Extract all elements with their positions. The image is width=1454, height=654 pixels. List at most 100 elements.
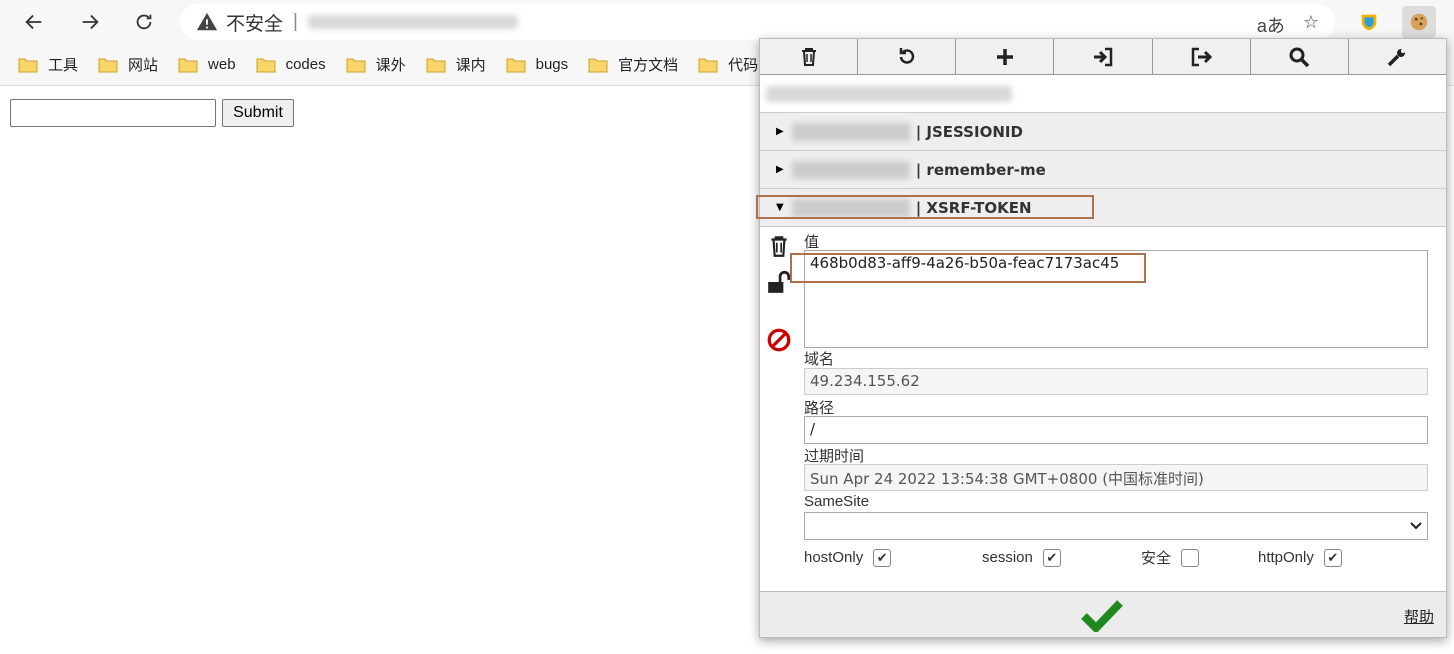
reset-button[interactable] — [858, 39, 957, 74]
folder-icon — [98, 58, 118, 72]
highlight-box — [756, 195, 1094, 219]
sign-out-icon — [1191, 47, 1213, 66]
undo-icon — [899, 47, 914, 64]
trash-icon — [801, 47, 816, 66]
folder-icon — [588, 58, 608, 72]
cookie-row-expanded[interactable]: ▼ | XSRF-TOKEN — [756, 189, 1446, 227]
cookie-row[interactable]: ▶ | remember-me — [760, 151, 1446, 189]
address-bar[interactable]: 不安全 | aあ ☆ — [180, 4, 1335, 40]
folder-icon — [698, 58, 718, 72]
bookmark-folder[interactable]: 官方文档 — [588, 54, 678, 75]
import-button[interactable] — [1054, 39, 1153, 74]
bookmark-label: 网站 — [128, 57, 159, 74]
folder-icon — [178, 58, 198, 72]
samesite-select[interactable] — [804, 512, 1428, 540]
arrow-left-icon — [25, 14, 42, 30]
delete-cookie-icon[interactable] — [766, 233, 792, 259]
domain-label: 域名 — [804, 351, 835, 368]
unlock-icon[interactable] — [766, 269, 792, 295]
current-url — [760, 75, 1446, 113]
add-cookie-button[interactable] — [956, 39, 1055, 74]
back-button[interactable] — [18, 6, 50, 38]
search-button[interactable] — [1251, 39, 1349, 74]
address-separator: | — [293, 11, 298, 32]
cookie-detail: 值 468b0d83-aff9-4a26-b50a-feac7173ac45 域… — [760, 227, 1446, 587]
bookmark-label: bugs — [535, 56, 569, 73]
bookmark-label: 课内 — [455, 57, 486, 74]
arrow-right-icon — [82, 14, 99, 30]
warning-icon — [196, 12, 218, 31]
cookie-name: JSESSIONID — [926, 122, 1023, 141]
path-field[interactable]: / — [804, 416, 1428, 444]
folder-icon — [506, 58, 526, 72]
bookmark-label: 课外 — [375, 57, 406, 74]
bookmark-folder[interactable]: 代码 — [698, 54, 758, 75]
bookmark-folder[interactable]: 课外 — [346, 54, 406, 75]
checkbox-unchecked[interactable] — [1181, 548, 1200, 567]
flag-label: 安全 — [1141, 550, 1172, 567]
extension-shield-icon[interactable] — [1352, 6, 1386, 38]
folder-icon — [426, 58, 446, 72]
sign-in-icon — [1093, 47, 1113, 66]
expires-label: 过期时间 — [804, 448, 865, 465]
bookmark-label: 代码 — [728, 57, 759, 74]
checkbox-checked[interactable]: ✔ — [873, 548, 892, 567]
bookmark-folder[interactable]: 工具 — [18, 54, 78, 75]
cookie-separator: | — [915, 122, 922, 141]
url-blurred — [766, 85, 1012, 102]
samesite-label: SameSite — [804, 493, 870, 510]
bookmark-folder[interactable]: 课内 — [426, 54, 486, 75]
bookmark-label: web — [208, 56, 236, 73]
delete-all-button[interactable] — [760, 39, 859, 74]
flag-label: session — [982, 549, 1033, 566]
value-highlight-box — [790, 253, 1146, 283]
wrench-icon — [1388, 48, 1406, 66]
folder-icon — [346, 58, 366, 72]
help-link[interactable]: 帮助 — [1404, 606, 1434, 627]
bookmark-label: 工具 — [48, 57, 79, 74]
settings-button[interactable] — [1349, 39, 1446, 74]
chevron-down-icon — [1410, 522, 1422, 530]
reload-button[interactable] — [128, 6, 160, 38]
flag-label: httpOnly — [1258, 549, 1314, 566]
popup-footer: 帮助 — [760, 591, 1446, 637]
bookmark-label: 官方文档 — [618, 57, 679, 74]
read-aloud-icon[interactable]: aあ — [1257, 12, 1285, 38]
path-label: 路径 — [804, 400, 835, 417]
bookmark-folder[interactable]: codes — [256, 56, 326, 73]
bookmark-folder[interactable]: web — [178, 56, 236, 73]
domain-field[interactable]: 49.234.155.62 — [804, 368, 1428, 395]
expand-triangle-icon[interactable]: ▶ — [776, 164, 784, 175]
checkbox-checked[interactable]: ✔ — [1042, 548, 1061, 567]
cookie-name: remember-me — [926, 160, 1046, 179]
flags-row: hostOnly ✔ session ✔ 安全 httpOnly ✔ — [804, 547, 1342, 568]
export-button[interactable] — [1153, 39, 1251, 74]
cookie-separator: | — [915, 160, 922, 179]
submit-button[interactable]: Submit — [222, 99, 294, 127]
security-label: 不安全 — [226, 13, 284, 35]
block-icon[interactable] — [766, 327, 792, 353]
value-label: 值 — [804, 234, 820, 251]
cookie-row[interactable]: ▶ | JSESSIONID — [760, 113, 1446, 151]
folder-icon — [256, 58, 276, 72]
plus-icon — [996, 48, 1013, 65]
session-flag[interactable]: session ✔ — [982, 547, 1141, 568]
checkbox-checked[interactable]: ✔ — [1323, 548, 1342, 567]
expires-field[interactable]: Sun Apr 24 2022 13:54:38 GMT+0800 (中国标准时… — [804, 464, 1428, 491]
add-favorite-icon[interactable]: ☆ — [1303, 12, 1319, 38]
expand-triangle-icon[interactable]: ▶ — [776, 126, 784, 137]
secure-flag[interactable]: 安全 — [1141, 547, 1258, 568]
forward-button[interactable] — [74, 6, 106, 38]
cookie-editor-popup: ▶ | JSESSIONID ▶ | remember-me ▼ | XSRF-… — [756, 38, 1447, 638]
bookmark-folder[interactable]: 网站 — [98, 54, 158, 75]
bookmark-folder[interactable]: bugs — [506, 56, 569, 73]
hostonly-flag[interactable]: hostOnly ✔ — [804, 547, 982, 568]
cookie-host-blurred — [791, 160, 910, 179]
folder-icon — [18, 58, 38, 72]
cookie-editor-extension-icon[interactable] — [1402, 6, 1436, 38]
save-checkmark-icon[interactable] — [1080, 598, 1124, 632]
cookie-toolbar — [760, 39, 1446, 75]
cookie-host-blurred — [791, 122, 910, 141]
page-text-input[interactable] — [10, 99, 216, 127]
httponly-flag[interactable]: httpOnly ✔ — [1258, 547, 1342, 568]
